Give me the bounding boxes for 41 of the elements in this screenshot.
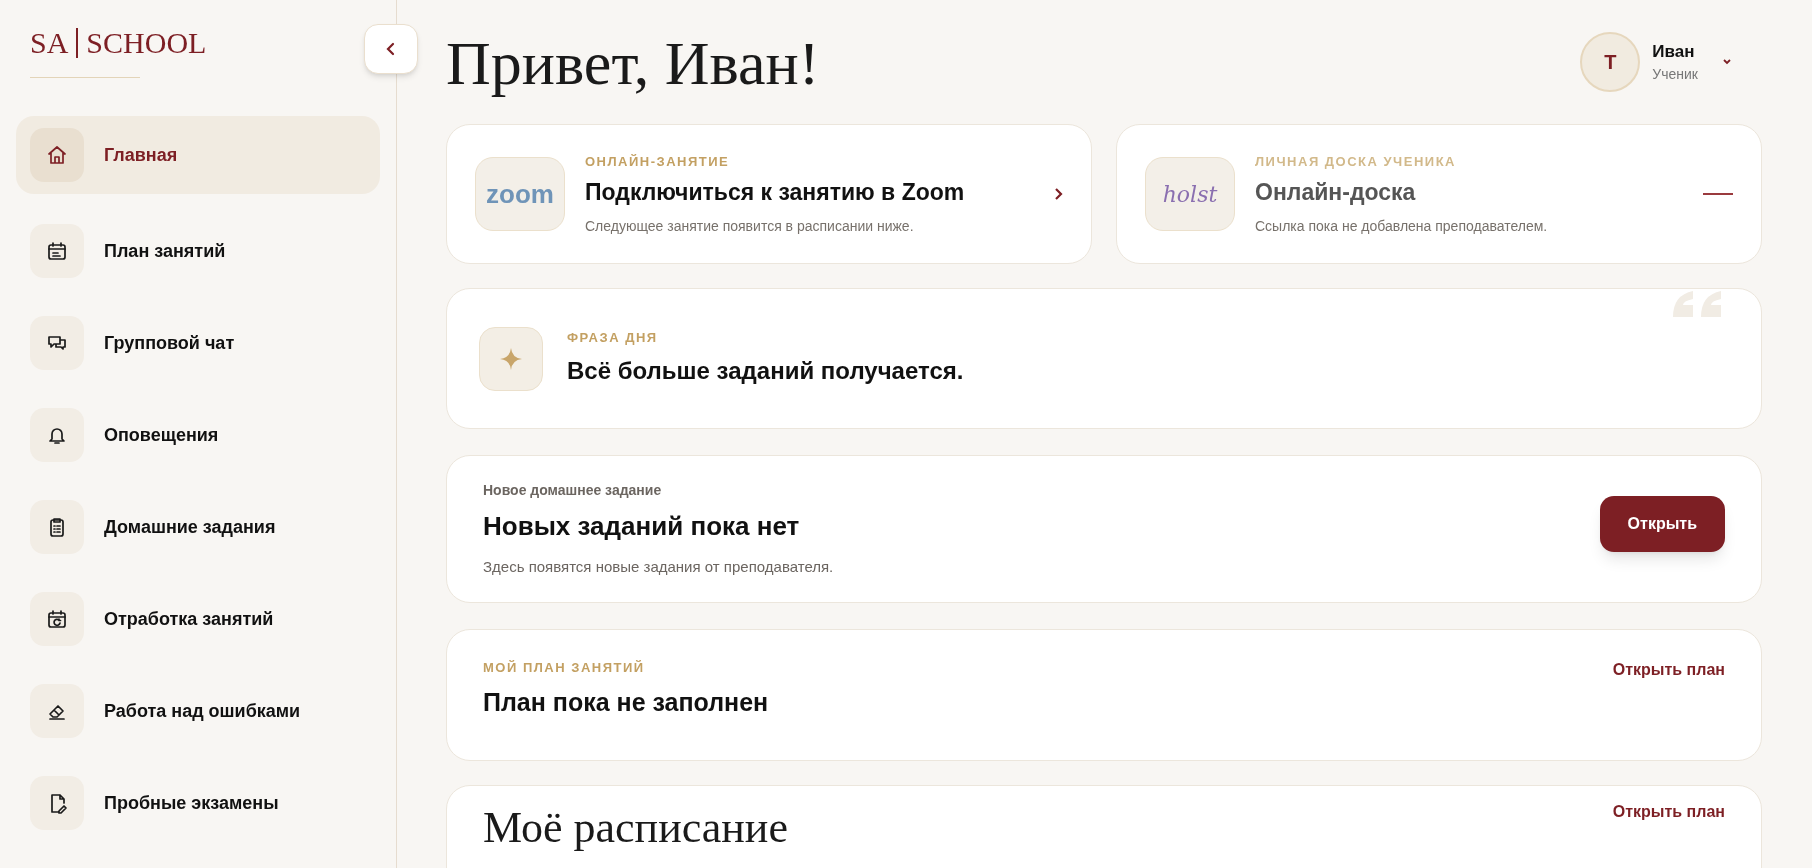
calendar-icon (46, 240, 68, 262)
sidebar-item[interactable]: Домашние задания (16, 492, 380, 562)
card-title: Подключиться к занятию в Zoom (585, 178, 966, 207)
caret-down-icon[interactable] (1722, 58, 1732, 66)
sidebar-item[interactable]: Пробные экзамены (16, 768, 380, 838)
user-avatar[interactable]: Т (1580, 32, 1641, 92)
sidebar-item[interactable]: Групповой чат (16, 308, 380, 378)
quote-label: ФРАЗА ДНЯ (567, 328, 659, 347)
link-card[interactable]: holst ЛИЧНАЯ ДОСКА УЧЕНИКА Онлайн-доска Ссылка пока не добавлена преподавателем. (1116, 124, 1762, 264)
card-label: ОНЛАЙН-ЗАНЯТИЕ (585, 152, 731, 171)
card-title: Онлайн-доска (1255, 178, 1417, 207)
card-description: Следующее занятие появится в расписании ниже. (585, 216, 915, 236)
user-role: Ученик (1652, 65, 1698, 85)
sidebar-item[interactable]: Оповещения (16, 400, 380, 470)
homework-title: Новых заданий пока нет (483, 509, 801, 543)
calendar-icon (46, 608, 68, 630)
plan-status: План пока не заполнен (483, 686, 769, 718)
sidebar-item[interactable]: Работа над ошибками (16, 676, 380, 746)
logo-text: holst (1162, 180, 1218, 209)
open-button[interactable]: Открыть (1599, 496, 1725, 552)
home-icon (46, 144, 68, 166)
sidebar-item[interactable]: Отработка занятий (16, 584, 380, 654)
user-name: Иван (1652, 40, 1696, 63)
logo-text: zoom (486, 177, 554, 211)
chevron-right-icon (1053, 187, 1063, 201)
card-description: Ссылка пока не добавлена преподавателем. (1255, 216, 1549, 236)
unavailable-dash (1703, 193, 1733, 195)
logo-text: SCHOOL (86, 25, 207, 61)
logo-divider (76, 27, 79, 58)
sidebar-item[interactable]: Главная (16, 116, 380, 194)
logo-text: SA (30, 25, 69, 61)
open-plan-link[interactable]: Открыть план (1612, 800, 1725, 820)
card-label: ЛИЧНАЯ ДОСКА УЧЕНИКА (1255, 152, 1457, 171)
plan-label: МОЙ ПЛАН ЗАНЯТИЙ (483, 659, 646, 677)
sidebar-item[interactable]: План занятий (16, 216, 380, 286)
link-card[interactable]: zoom ОНЛАЙН-ЗАНЯТИЕ Подключиться к занятию в Zoom Следующее занятие появится в расписании ниже. (446, 124, 1092, 264)
homework-description: Здесь появятся новые задания от преподавателя. (483, 556, 834, 577)
open-plan-link[interactable]: Открыть план (1612, 658, 1725, 678)
schedule-heading: Моё расписание (483, 802, 788, 854)
homework-label: Новое домашнее задание (483, 480, 663, 500)
quote-text: Всё больше заданий получается. (567, 356, 964, 387)
